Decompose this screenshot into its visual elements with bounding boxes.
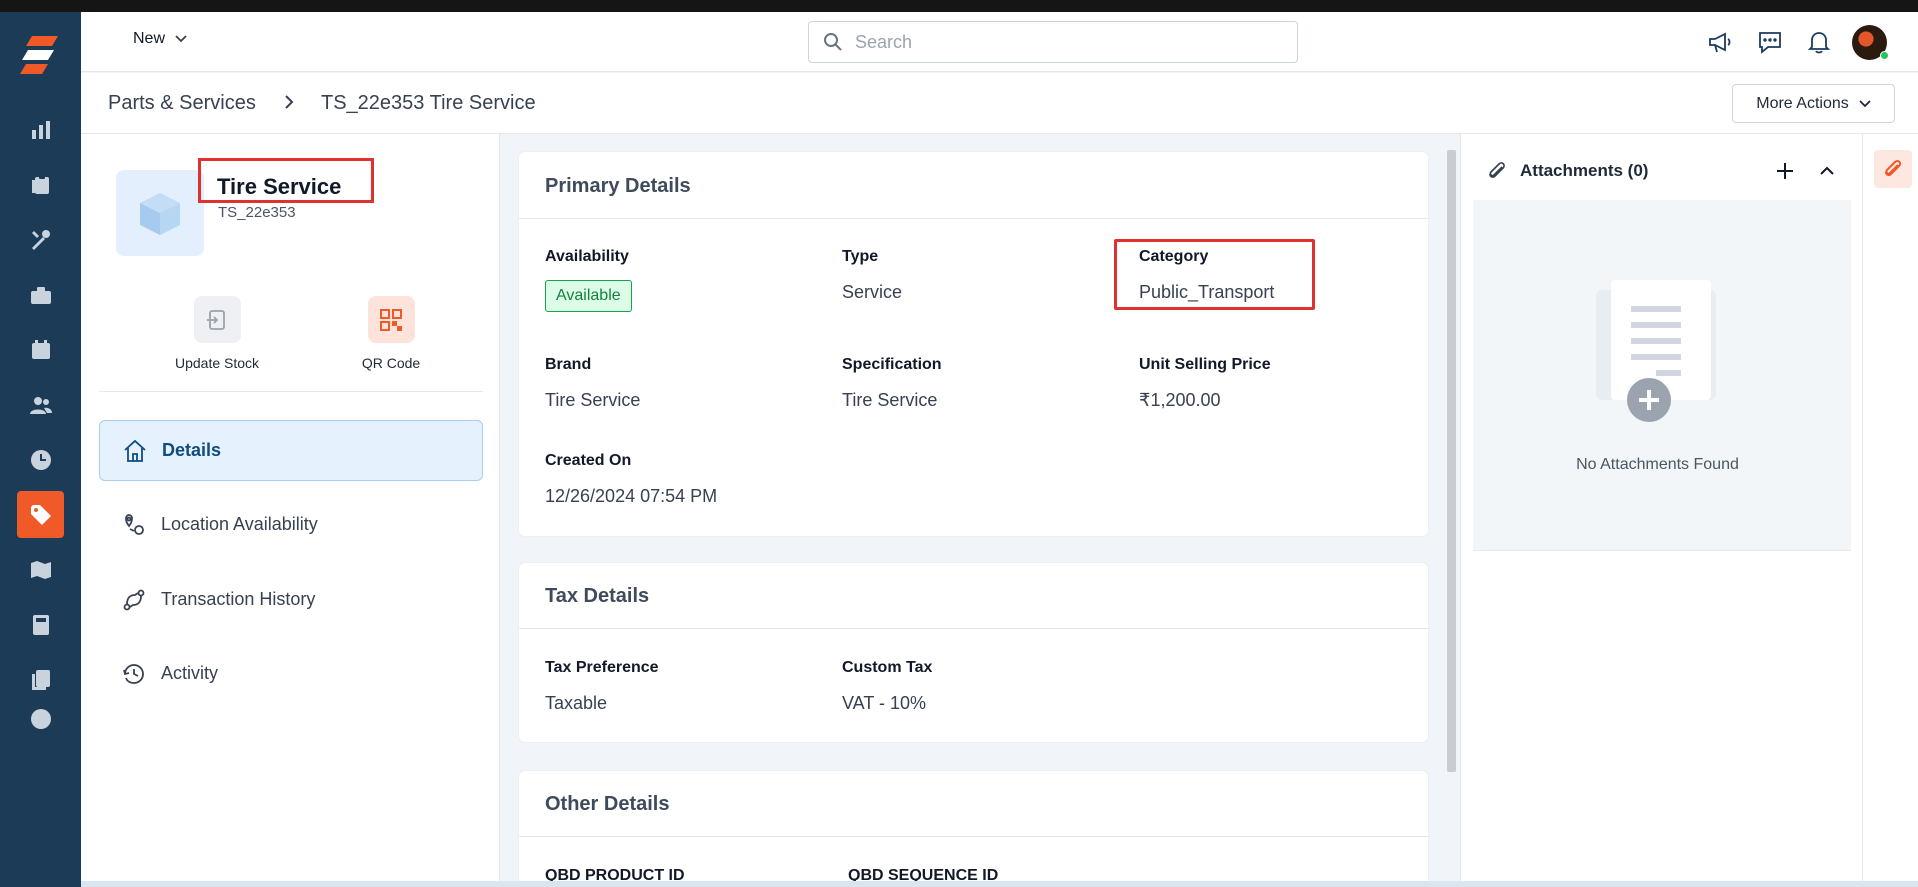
parts-tag-icon[interactable] [17,491,64,538]
attachments-empty-state: No Attachments Found [1473,200,1851,551]
brand-value: Tire Service [545,390,641,410]
chevron-down-icon [1859,99,1871,107]
category-value: Public_Transport [1139,282,1275,302]
product-code: TS_22e353 [218,204,296,221]
availability-label: Availability [545,248,629,265]
empty-documents-icon [1596,280,1716,422]
paperclip-icon [1489,162,1505,178]
new-dropdown-button[interactable]: New [133,30,187,48]
window-top-strip [0,0,1918,12]
menu-item-label: Location Availability [161,514,318,534]
online-status-dot [1880,51,1889,60]
custom-tax-label: Custom Tax [842,659,933,676]
search-box[interactable] [808,21,1298,63]
chevron-down-icon [175,35,187,43]
main-scrollbar-thumb[interactable] [1447,150,1456,772]
divider [519,628,1428,629]
product-image [116,170,204,256]
inspection-icon[interactable] [17,161,64,208]
breadcrumb: Parts & Services TS_22e353 Tire Service … [81,73,1918,134]
tax-preference-label: Tax Preference [545,659,659,676]
divider [99,391,483,392]
tax-details-card: Tax Details Tax Preference Taxable Custo… [519,563,1428,742]
update-stock-label: Update Stock [174,355,260,371]
unit-selling-price-label: Unit Selling Price [1139,356,1271,373]
bottom-strip [81,881,1918,887]
home-icon [124,439,146,462]
chevron-right-icon [285,95,294,109]
menu-item-label: Details [162,440,222,460]
dashboard-icon[interactable] [17,106,64,153]
menu-item-label: Transaction History [161,589,316,609]
map-icon[interactable] [17,546,64,593]
more-actions-label: More Actions [1756,94,1849,112]
history-icon [123,663,144,684]
specification-label: Specification [842,356,942,373]
collapse-chevron-up-icon[interactable] [1814,158,1840,184]
right-rail [1862,134,1918,887]
divider [519,218,1428,219]
more-actions-button[interactable]: More Actions [1732,84,1895,123]
chat-icon[interactable] [1756,28,1784,56]
menu-item-label: Activity [161,663,219,683]
update-stock-icon [193,296,241,343]
specification-value: Tire Service [842,390,938,410]
search-input[interactable] [855,31,1275,53]
created-on-label: Created On [545,452,632,469]
tax-details-title: Tax Details [545,585,650,607]
brand-label: Brand [545,356,592,373]
category-label: Category [1139,248,1209,265]
primary-details-card: Primary Details Availability Available T… [519,152,1428,536]
paperclip-icon [1885,159,1902,177]
top-header: New [81,12,1918,72]
tools-icon[interactable] [17,216,64,263]
breadcrumb-current: TS_22e353 Tire Service [321,92,536,114]
transaction-icon [123,589,145,610]
availability-badge: Available [545,280,632,312]
qr-code-label: QR Code [361,355,421,371]
type-label: Type [842,248,879,265]
other-details-title: Other Details [545,793,670,815]
left-nav-rail [0,12,81,887]
calendar-icon[interactable] [17,326,64,373]
new-label: New [133,30,166,47]
tax-preference-value: Taxable [545,693,608,713]
reports-pie-icon[interactable] [17,702,64,732]
product-name: Tire Service [217,174,342,199]
no-attachments-text: No Attachments Found [1576,456,1739,473]
bell-icon[interactable] [1805,28,1833,56]
menu-item-location-availability[interactable]: Location Availability [99,494,483,555]
created-on-value: 12/26/2024 07:54 PM [545,486,718,506]
clock-icon[interactable] [17,436,64,483]
app-logo-icon[interactable] [18,32,64,78]
documents-icon[interactable] [17,656,64,703]
attachments-title: Attachments (0) [1520,161,1649,180]
location-icon [125,513,144,535]
qr-code-button[interactable]: QR Code [316,296,466,371]
attachments-toggle-button[interactable] [1874,150,1912,188]
other-details-card: Other Details QBD PRODUCT ID QBD SEQUENC… [519,771,1428,887]
divider [519,836,1428,837]
calculator-icon[interactable] [17,601,64,648]
search-icon [824,33,842,51]
menu-item-transaction-history[interactable]: Transaction History [99,569,483,630]
custom-tax-value: VAT - 10% [842,693,927,713]
primary-details-title: Primary Details [545,175,691,197]
add-attachment-icon[interactable] [1772,158,1798,184]
type-value: Service [842,282,903,302]
menu-item-activity[interactable]: Activity [99,643,483,704]
qr-code-icon [367,296,415,343]
briefcase-icon[interactable] [17,271,64,318]
users-icon[interactable] [17,381,64,428]
unit-selling-price-value: ₹1,200.00 [1139,390,1221,410]
attachments-panel: Attachments (0) No Attachments Found [1460,134,1862,887]
breadcrumb-parent-link[interactable]: Parts & Services [108,92,256,115]
menu-item-details[interactable]: Details [99,420,483,481]
announcement-icon[interactable] [1706,28,1734,56]
update-stock-button[interactable]: Update Stock [142,296,292,371]
cube-icon [140,193,180,235]
product-side-panel: Tire Service TS_22e353 Update Stock QR C… [81,134,500,887]
